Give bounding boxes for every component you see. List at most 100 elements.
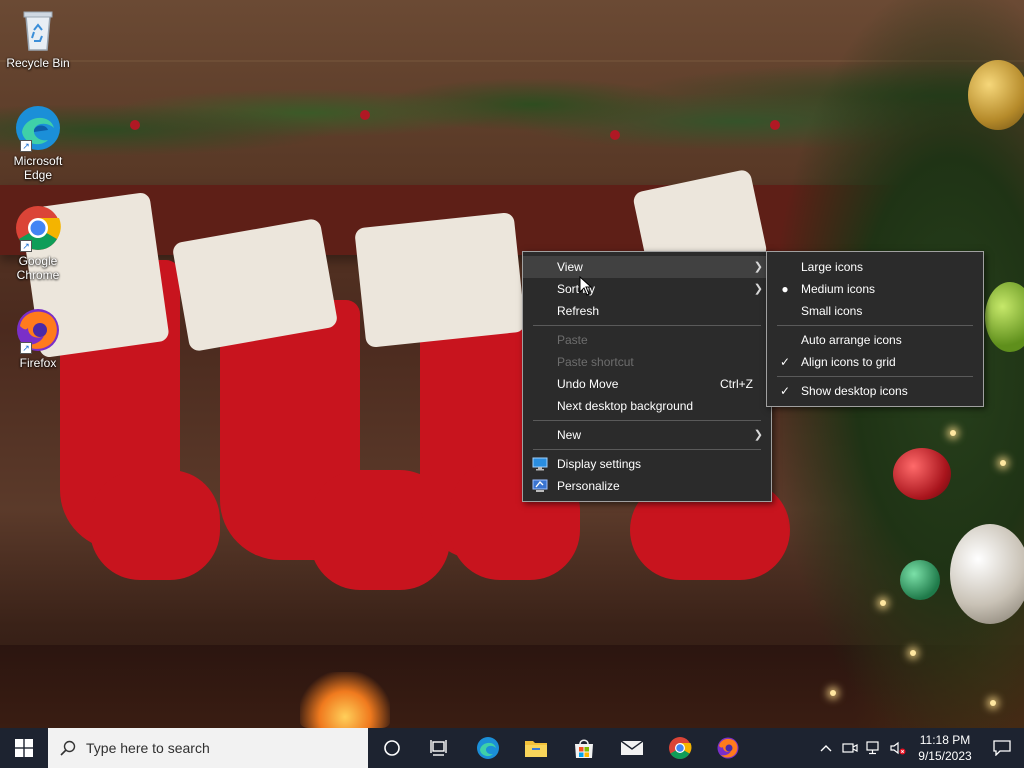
menu-item-label: New [557, 428, 582, 442]
menu-separator [533, 449, 761, 450]
search-placeholder: Type here to search [86, 740, 210, 756]
menu-item-label: Undo Move [557, 377, 619, 391]
system-tray: 11:18 PM 9/15/2023 [814, 728, 1024, 768]
personalize-icon [532, 479, 548, 492]
menu-item-label: Display settings [557, 457, 642, 471]
tray-meet-now[interactable] [838, 728, 862, 768]
taskbar-chrome[interactable] [656, 728, 704, 768]
wallpaper-light [880, 600, 886, 606]
chrome-icon [669, 737, 692, 759]
task-view-button[interactable] [416, 728, 464, 768]
wallpaper-light [910, 650, 916, 656]
submenu-item-auto-arrange[interactable]: Auto arrange icons [767, 329, 983, 351]
taskbar-clock[interactable]: 11:18 PM 9/15/2023 [910, 732, 980, 764]
desktop-icon-recycle-bin[interactable]: Recycle Bin [4, 6, 72, 70]
desktop-icon-firefox[interactable]: ↗ Firefox [4, 306, 72, 370]
microsoft-store-icon [575, 739, 593, 758]
submenu-item-small-icons[interactable]: Small icons [767, 300, 983, 322]
submenu-item-medium-icons[interactable]: ● Medium icons [767, 278, 983, 300]
windows-logo-icon [15, 739, 33, 757]
submenu-item-show-desktop-icons[interactable]: ✓ Show desktop icons [767, 380, 983, 402]
menu-item-label: Auto arrange icons [801, 333, 902, 347]
menu-item-paste: Paste [523, 329, 771, 351]
wallpaper-berry [610, 130, 620, 140]
menu-item-label: Refresh [557, 304, 600, 318]
chevron-right-icon: ❯ [753, 261, 763, 273]
cortana-button[interactable] [368, 728, 416, 768]
show-hidden-icons-button[interactable] [814, 728, 838, 768]
desktop-icon-label: Recycle Bin [6, 56, 70, 70]
menu-item-undo-move[interactable]: Undo Move Ctrl+Z [523, 373, 771, 395]
menu-item-next-desktop-background[interactable]: Next desktop background [523, 395, 771, 417]
desktop-icon-edge[interactable]: ↗ Microsoft Edge [4, 104, 72, 182]
notification-icon [993, 740, 1011, 756]
network-icon [866, 741, 879, 755]
menu-item-refresh[interactable]: Refresh [523, 300, 771, 322]
menu-item-label: Personalize [557, 479, 620, 493]
wallpaper-light [990, 700, 996, 706]
chevron-up-icon [820, 745, 832, 752]
menu-item-label: Next desktop background [557, 399, 694, 413]
menu-item-label: Show desktop icons [801, 384, 908, 398]
view-submenu: Large icons ● Medium icons Small icons A… [766, 251, 984, 407]
taskbar: Type here to search 11:18 PM 9/15/2023 [0, 728, 1024, 768]
menu-item-label: View [557, 260, 583, 274]
taskbar-file-explorer[interactable] [512, 728, 560, 768]
menu-item-label: Large icons [801, 260, 864, 274]
edge-icon: ↗ [14, 104, 62, 152]
menu-item-sort-by[interactable]: Sort by ❯ [523, 278, 771, 300]
start-button[interactable] [0, 728, 48, 768]
video-camera-icon [842, 743, 858, 753]
clock-time: 11:18 PM [919, 733, 971, 747]
checkmark-icon: ✓ [779, 355, 791, 369]
shortcut-arrow-icon: ↗ [20, 240, 32, 252]
submenu-item-large-icons[interactable]: Large icons [767, 256, 983, 278]
edge-icon [477, 737, 499, 759]
desktop-icon-label: Microsoft Edge [13, 154, 63, 182]
recycle-bin-icon [14, 6, 62, 54]
tray-network[interactable] [862, 728, 886, 768]
radio-bullet-icon: ● [781, 282, 789, 296]
chevron-right-icon: ❯ [753, 429, 763, 441]
wallpaper-berry [130, 120, 140, 130]
submenu-item-align-to-grid[interactable]: ✓ Align icons to grid [767, 351, 983, 373]
desktop-icon-label: Google Chrome [16, 254, 60, 282]
shortcut-arrow-icon: ↗ [20, 342, 32, 354]
keyboard-shortcut: Ctrl+Z [720, 377, 753, 391]
wallpaper-ornament [900, 560, 940, 600]
wallpaper-berry [360, 110, 370, 120]
wallpaper-ornament [968, 60, 1024, 130]
taskbar-mail[interactable] [608, 728, 656, 768]
taskbar-edge[interactable] [464, 728, 512, 768]
menu-separator [533, 325, 761, 326]
menu-item-view[interactable]: View ❯ [523, 256, 771, 278]
mouse-cursor-icon [579, 276, 593, 296]
menu-item-label: Medium icons [801, 282, 876, 296]
action-center-button[interactable] [980, 728, 1024, 768]
desktop-context-menu: View ❯ Sort by ❯ Refresh Paste Paste sho… [522, 251, 772, 502]
clock-date: 9/15/2023 [918, 749, 972, 763]
wallpaper-ornament [950, 524, 1024, 624]
menu-separator [777, 376, 973, 377]
menu-separator [533, 420, 761, 421]
menu-item-personalize[interactable]: Personalize [523, 475, 771, 497]
taskbar-microsoft-store[interactable] [560, 728, 608, 768]
desktop-icon-label: Firefox [19, 356, 57, 370]
wallpaper-light [1000, 460, 1006, 466]
desktop-icon-chrome[interactable]: ↗ Google Chrome [4, 204, 72, 282]
tray-volume[interactable] [886, 728, 910, 768]
taskbar-search-box[interactable]: Type here to search [48, 728, 368, 768]
firefox-icon: ↗ [14, 306, 62, 354]
shortcut-arrow-icon: ↗ [20, 140, 32, 152]
chrome-icon: ↗ [14, 204, 62, 252]
menu-item-display-settings[interactable]: Display settings [523, 453, 771, 475]
menu-item-label: Paste shortcut [557, 355, 634, 369]
cortana-icon [384, 740, 400, 756]
file-explorer-icon [525, 741, 547, 757]
wallpaper-berry [770, 120, 780, 130]
menu-item-new[interactable]: New ❯ [523, 424, 771, 446]
menu-separator [777, 325, 973, 326]
checkmark-icon: ✓ [779, 384, 791, 398]
taskbar-firefox[interactable] [704, 728, 752, 768]
search-icon [60, 740, 76, 756]
